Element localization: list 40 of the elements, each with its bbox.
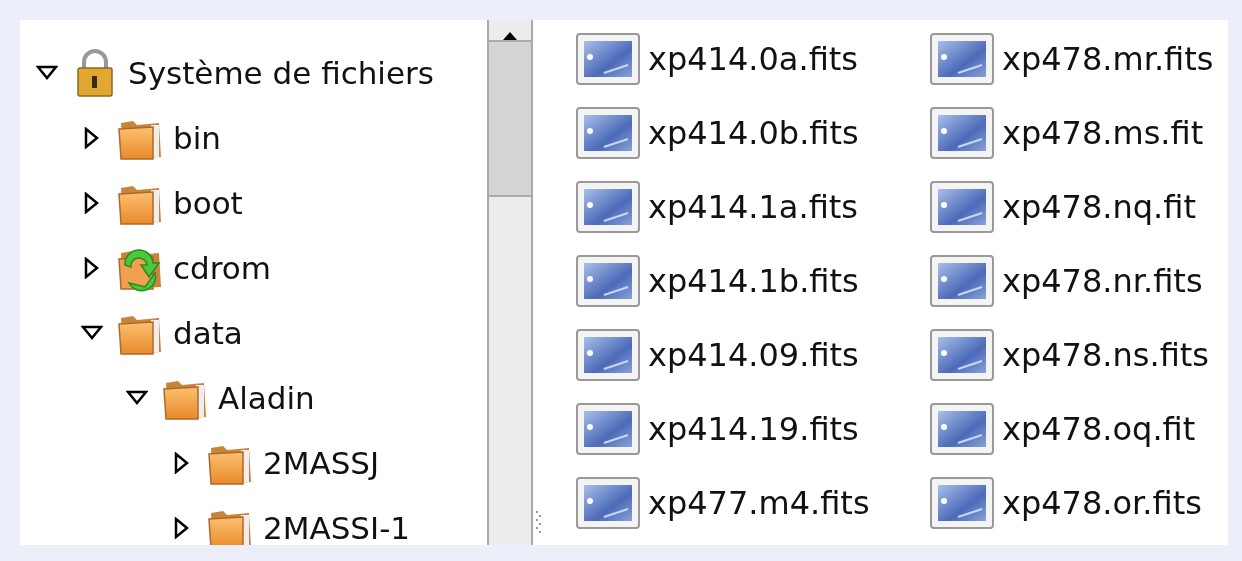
image-file-icon xyxy=(930,403,994,455)
image-file-icon xyxy=(576,181,640,233)
up-arrow-icon[interactable] xyxy=(503,32,517,40)
file-name[interactable]: xp414.1a.fits xyxy=(648,188,858,226)
tree-item[interactable]: cdrom xyxy=(173,249,271,286)
image-file-icon xyxy=(576,477,640,529)
file-name[interactable]: xp414.1b.fits xyxy=(648,262,859,300)
image-file-icon xyxy=(576,329,640,381)
file-name[interactable]: xp478.nr.fits xyxy=(1002,262,1203,300)
file-name[interactable]: xp414.0b.fits xyxy=(648,114,859,152)
scrollbar-thumb[interactable] xyxy=(489,42,531,197)
image-file-icon xyxy=(576,107,640,159)
file-name[interactable]: xp478.nq.fit xyxy=(1002,188,1196,226)
file-name[interactable]: xp478.oq.fit xyxy=(1002,410,1196,448)
tree-item[interactable]: bin xyxy=(173,119,221,156)
image-file-icon xyxy=(576,33,640,85)
image-file-icon xyxy=(930,329,994,381)
image-file-icon xyxy=(576,403,640,455)
image-file-icon xyxy=(930,181,994,233)
file-name[interactable]: xp414.0a.fits xyxy=(648,40,858,78)
grip-icon[interactable] xyxy=(536,509,542,535)
tree-item[interactable]: data xyxy=(173,314,243,351)
file-name[interactable]: xp478.or.fits xyxy=(1002,484,1202,522)
file-name[interactable]: xp414.09.fits xyxy=(648,336,859,374)
image-file-icon xyxy=(930,33,994,85)
image-file-icon xyxy=(930,255,994,307)
tree-item[interactable]: Système de fichiers xyxy=(128,54,434,91)
image-file-icon xyxy=(930,477,994,529)
file-name[interactable]: xp477.m4.fits xyxy=(648,484,870,522)
tree-item[interactable]: Aladin xyxy=(218,379,315,416)
file-name[interactable]: xp478.ms.fit xyxy=(1002,114,1204,152)
tree-item[interactable]: 2MASSI-1 xyxy=(263,509,411,545)
scrollbar[interactable] xyxy=(487,20,533,545)
file-name[interactable]: xp478.ns.fits xyxy=(1002,336,1209,374)
image-file-icon xyxy=(930,107,994,159)
image-file-icon xyxy=(576,255,640,307)
tree-item[interactable]: 2MASSJ xyxy=(263,444,380,481)
file-name[interactable]: xp414.19.fits xyxy=(648,410,859,448)
file-name[interactable]: xp478.mr.fits xyxy=(1002,40,1214,78)
tree-item[interactable]: boot xyxy=(173,184,243,221)
